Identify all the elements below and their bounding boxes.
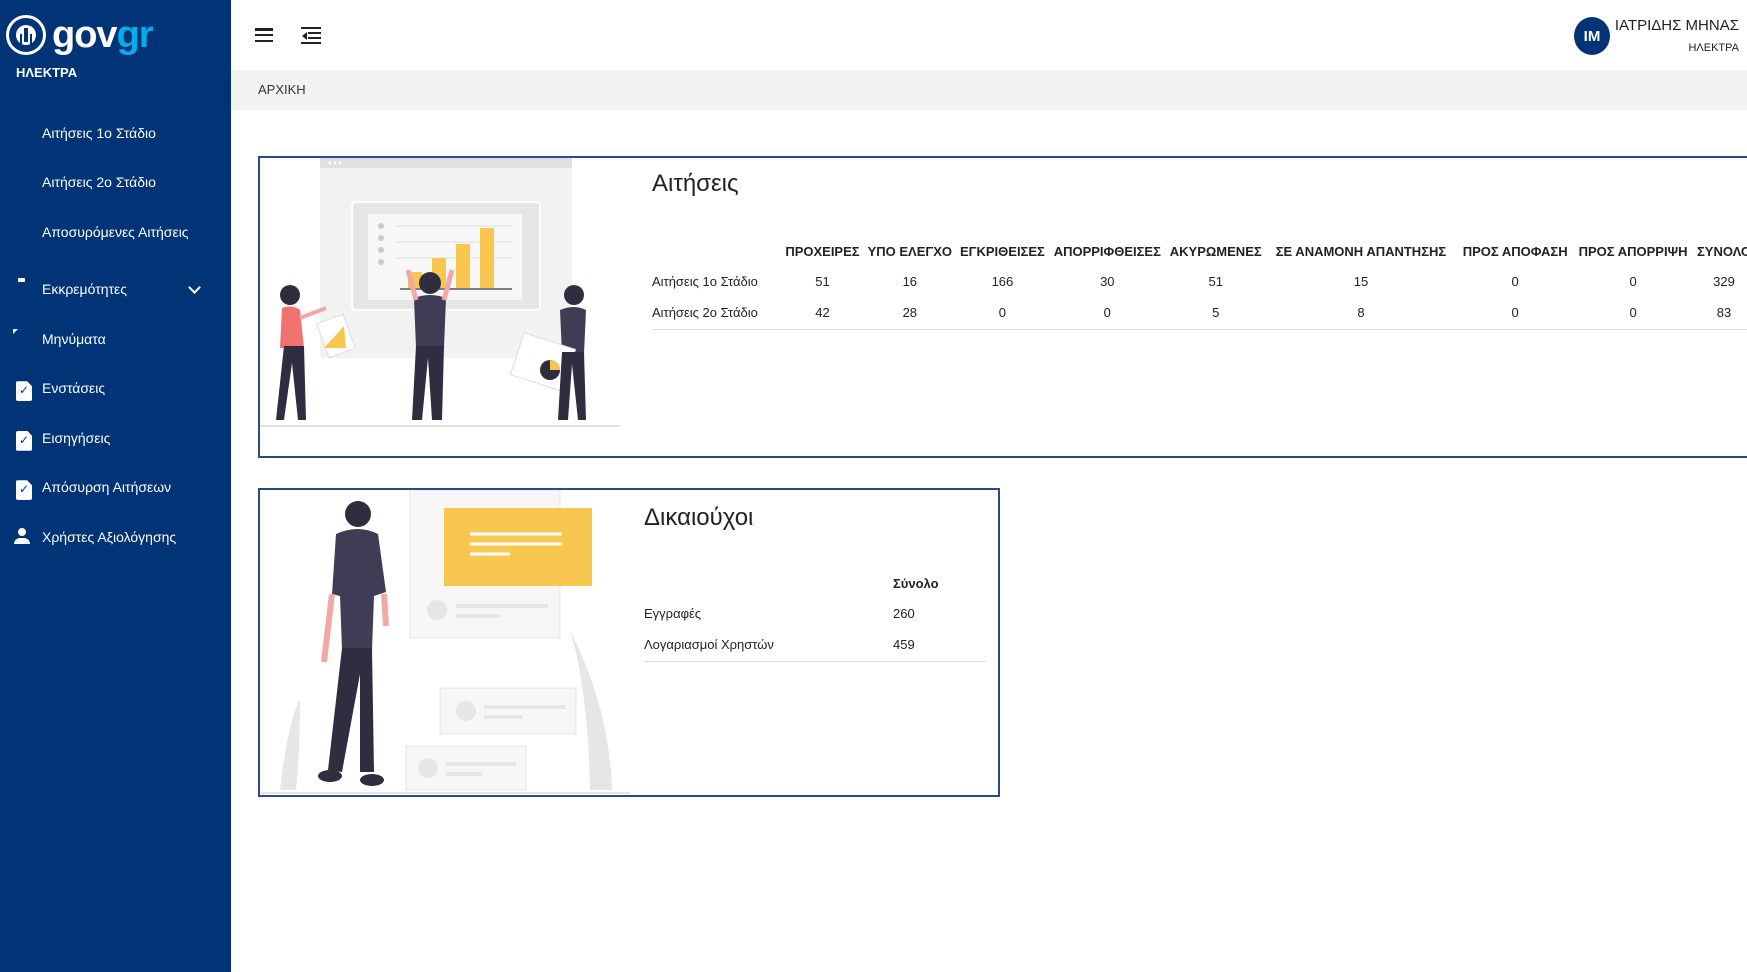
table-cell: 42: [781, 297, 864, 330]
sidebar-item-label: Ενστάσεις: [42, 380, 106, 397]
hamburger-menu-icon[interactable]: [255, 28, 273, 43]
applications-table: ΠΡΟΧΕΙΡΕΣ ΥΠΟ ΕΛΕΓΧΟ ΕΓΚΡΙΘΕΙΣΕΣ ΑΠΟΡΡΙΦ…: [652, 236, 1747, 330]
table-cell: 0: [1048, 297, 1166, 330]
top-bar: [231, 0, 1747, 70]
column-header: Σύνολο: [893, 576, 939, 591]
user-avatar[interactable]: IM: [1574, 17, 1610, 55]
table-cell: 0: [956, 297, 1049, 330]
sidebar-item-messages[interactable]: Μηνύματα: [0, 314, 231, 364]
table-cell: 166: [991, 273, 1014, 289]
applications-card-title: Αιτήσεις: [652, 170, 739, 197]
collapse-sidebar-icon[interactable]: [301, 27, 321, 45]
sidebar-item-label: Αιτήσεις 2ο Στάδιο: [42, 174, 156, 191]
beneficiaries-card: Δικαιούχοι Σύνολο Εγγραφές 260 Λογαριασμ…: [258, 488, 1000, 797]
user-icon: [13, 527, 31, 547]
breadcrumb-bar: ΑΡΧΙΚΗ: [231, 70, 1747, 110]
row-label: Λογαριασμοί Χρηστών: [644, 629, 889, 662]
table-cell: 459: [889, 629, 986, 662]
person-board-illustration: [260, 490, 630, 794]
document-check-icon: ✓: [13, 428, 32, 451]
document-dollar-icon: $: [17, 176, 24, 189]
sidebar-item-pending[interactable]: Εκκρεμότητες: [0, 265, 231, 315]
sidebar-item-applications-stage-2[interactable]: $ Αιτήσεις 2ο Στάδιο: [0, 158, 231, 208]
beneficiaries-card-title: Δικαιούχοι: [644, 504, 754, 531]
sidebar-item-application-withdrawal[interactable]: ✓ Απόσυρση Αιτήσεων: [0, 463, 231, 513]
breadcrumb[interactable]: ΑΡΧΙΚΗ: [258, 82, 306, 97]
sidebar-item-label: Χρήστες Αξιολόγησης: [42, 528, 177, 545]
table-header-row: Σύνολο: [644, 568, 986, 597]
sidebar-item-label: Αποσυρόμενες Αιτήσεις: [42, 223, 189, 240]
column-header: ΠΡΟΧΕΙΡΕΣ: [785, 244, 860, 259]
table-cell: 5: [1165, 297, 1266, 330]
user-name[interactable]: ΙΑΤΡΙΔΗΣ ΜΗΝΑΣ: [1615, 17, 1739, 34]
document-check-icon: ✓: [13, 477, 32, 501]
table-cell: 28: [863, 297, 956, 330]
sidebar-nav: $ Αιτήσεις 1ο Στάδιο $ Αιτήσεις 2ο Στάδι…: [0, 108, 231, 562]
column-header: ΠΡΟΣ ΑΠΟΡΡΙΨΗ: [1578, 244, 1688, 259]
chevron-down-icon[interactable]: [188, 280, 201, 294]
table-cell: 329: [1713, 273, 1735, 289]
table-cell: 83: [1692, 297, 1747, 330]
table-row: Αιτήσεις 1ο Στάδιο 51 16 166 30 51 15 0 …: [652, 265, 1747, 297]
row-label: Αιτήσεις 1ο Στάδιο: [652, 273, 758, 289]
logo-text: govgr: [52, 14, 154, 56]
user-role: ΗΛΕΚΤΡΑ: [1688, 42, 1739, 54]
table-cell: 0: [1511, 273, 1519, 289]
sidebar-item-evaluation-users[interactable]: Χρήστες Αξιολόγησης: [0, 512, 231, 562]
row-label: Εγγραφές: [644, 605, 702, 621]
applications-card: Αιτήσεις ΠΡΟΧΕΙΡΕΣ ΥΠΟ ΕΛΕΓΧΟ ΕΓΚΡΙΘΕΙΣΕ…: [258, 156, 1747, 458]
table-cell: 0: [1629, 273, 1637, 289]
sidebar-item-applications-stage-1[interactable]: $ Αιτήσεις 1ο Στάδιο: [0, 108, 231, 158]
table-cell: 51: [815, 273, 830, 289]
table-cell: 51: [1208, 273, 1223, 289]
column-header: ΠΡΟΣ ΑΠΟΦΑΣΗ: [1462, 244, 1568, 259]
table-cell: 30: [1100, 273, 1115, 289]
sidebar-item-recommendations[interactable]: ✓ Εισηγήσεις: [0, 413, 231, 463]
sidebar-item-label: Μηνύματα: [42, 330, 106, 347]
beneficiaries-table: Σύνολο Εγγραφές 260 Λογαριασμοί Χρηστών …: [644, 568, 986, 662]
table-cell: 260: [893, 605, 915, 621]
column-header-empty: [644, 568, 889, 597]
sidebar-item-label: Αιτήσεις 1ο Στάδιο: [42, 124, 156, 141]
column-header: ΑΚΥΡΩΜΕΝΕΣ: [1169, 244, 1262, 259]
sidebar-item-label: Απόσυρση Αιτήσεων: [42, 479, 172, 496]
document-dollar-icon: $: [17, 225, 24, 238]
sidebar-item-objections[interactable]: ✓ Ενστάσεις: [0, 364, 231, 414]
sidebar-item-withdrawing-applications[interactable]: $ Αποσυρόμενες Αιτήσεις: [0, 207, 231, 257]
table-header-row: ΠΡΟΧΕΙΡΕΣ ΥΠΟ ΕΛΕΓΧΟ ΕΓΚΡΙΘΕΙΣΕΣ ΑΠΟΡΡΙΦ…: [652, 236, 1747, 265]
row-label: Αιτήσεις 2ο Στάδιο: [652, 297, 782, 330]
document-dollar-icon: $: [17, 126, 24, 139]
document-check-icon: ✓: [13, 378, 32, 402]
team-chart-illustration: [260, 158, 620, 427]
org-name: ΗΛΕΚΤΡΑ: [16, 65, 78, 80]
table-row: Λογαριασμοί Χρηστών 459: [644, 629, 986, 662]
table-row: Αιτήσεις 2ο Στάδιο 42 28 0 0 5 8 0 0 83: [652, 297, 1747, 330]
column-header: ΥΠΟ ΕΛΕΓΧΟ: [867, 244, 952, 259]
column-header: ΣΕ ΑΝΑΜΟΝΗ ΑΠΑΝΤΗΣΗΣ: [1275, 244, 1447, 259]
greek-emblem-icon: [6, 15, 46, 55]
message-icon: [13, 329, 31, 349]
column-header: ΕΓΚΡΙΘΕΙΣΕΣ: [960, 244, 1045, 259]
column-header-empty: [652, 236, 781, 265]
table-cell: 15: [1353, 273, 1369, 289]
table-cell: 0: [1574, 297, 1693, 330]
table-cell: 16: [902, 273, 918, 289]
sidebar-item-label: Εισηγήσεις: [42, 429, 111, 446]
sidebar-item-label: Εκκρεμότητες: [42, 281, 128, 298]
table-cell: 8: [1265, 297, 1457, 330]
govgr-logo[interactable]: govgr: [6, 10, 154, 60]
column-header: ΑΠΟΡΡΙΦΘΕΙΣΕΣ: [1053, 244, 1161, 259]
table-cell: 0: [1456, 297, 1575, 330]
column-header: ΣΥΝΟΛΟ: [1696, 244, 1747, 259]
table-row: Εγγραφές 260: [644, 597, 986, 629]
clipboard-icon: [13, 279, 31, 299]
sidebar: govgr ΗΛΕΚΤΡΑ $ Αιτήσεις 1ο Στάδιο $ Αιτ…: [0, 0, 231, 972]
